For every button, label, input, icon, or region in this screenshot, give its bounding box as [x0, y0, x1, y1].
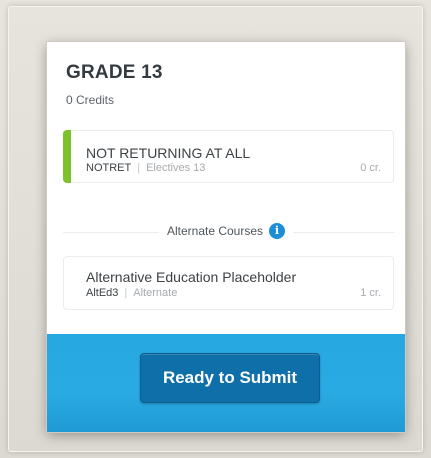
grade-credits: 0 Credits	[66, 93, 115, 107]
grade-title: GRADE 13	[66, 62, 163, 83]
course-type: Alternate	[133, 287, 178, 299]
course-code: NOTRET	[86, 162, 132, 174]
course-code: AltEd3	[86, 287, 119, 299]
primary-course-item[interactable]: NOT RETURNING AT ALL NOTRET | Electives 13…	[63, 130, 394, 183]
alternate-heading-inner: Alternate Courses i	[158, 223, 294, 239]
course-meta: AltEd3 | Alternate	[86, 287, 177, 299]
course-credit: 1 cr.	[360, 287, 381, 299]
alternate-courses-heading: Alternate Courses i	[47, 223, 405, 239]
ready-to-submit-button[interactable]: Ready to Submit	[140, 353, 320, 403]
grade-card: GRADE 13 0 Credits NOT RETURNING AT ALL …	[47, 42, 405, 432]
course-name: Alternative Education Placeholder	[86, 269, 297, 285]
course-credit: 0 cr.	[360, 162, 381, 174]
window-frame: GRADE 13 0 Credits NOT RETURNING AT ALL …	[0, 0, 431, 458]
meta-separator: |	[137, 162, 141, 174]
alternate-course-item[interactable]: Alternative Education Placeholder AltEd3…	[63, 256, 394, 310]
course-name: NOT RETURNING AT ALL	[86, 145, 251, 161]
course-meta: NOTRET | Electives 13	[86, 162, 205, 174]
alternate-courses-label: Alternate Courses	[166, 224, 264, 238]
course-type: Electives 13	[146, 162, 206, 174]
card-footer: Ready to Submit	[47, 334, 405, 432]
info-icon[interactable]: i	[269, 223, 286, 239]
meta-separator: |	[124, 287, 128, 299]
